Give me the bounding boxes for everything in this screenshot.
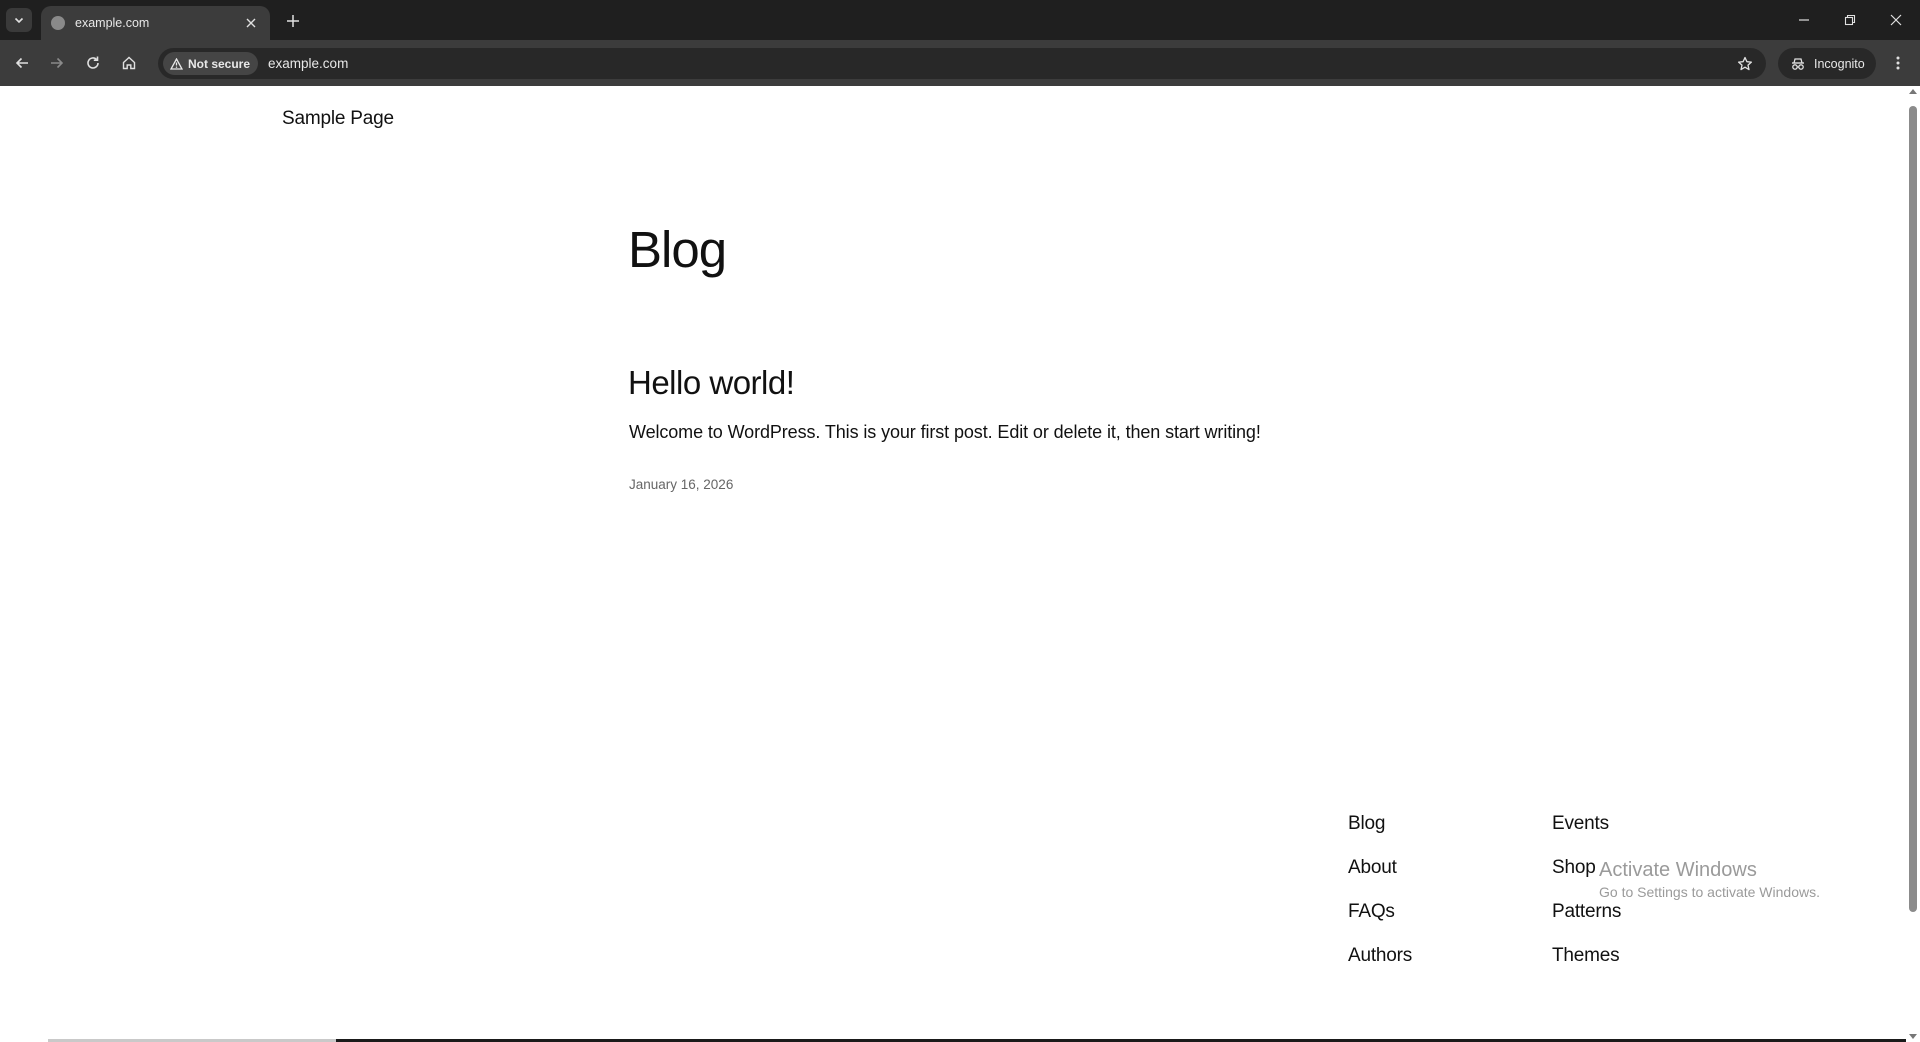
reload-icon xyxy=(87,56,99,69)
post-date[interactable]: January 16, 2026 xyxy=(629,477,733,492)
reload-button[interactable] xyxy=(81,51,105,75)
browser-menu-button[interactable] xyxy=(1886,51,1910,75)
bookmark-button[interactable] xyxy=(1734,53,1756,75)
scrollbar-thumb[interactable] xyxy=(1909,106,1917,912)
tab-search-button[interactable] xyxy=(6,8,32,32)
watermark-subtitle: Go to Settings to activate Windows. xyxy=(1599,884,1820,900)
forward-button[interactable] xyxy=(45,51,69,75)
globe-icon xyxy=(51,16,65,30)
security-label: Not secure xyxy=(188,56,251,71)
incognito-icon xyxy=(1792,57,1804,70)
home-icon xyxy=(122,56,136,70)
incognito-label: Incognito xyxy=(1814,56,1865,71)
browser-tab[interactable]: example.com xyxy=(41,6,270,40)
tab-title: example.com xyxy=(75,16,150,30)
scroll-up-arrow-icon[interactable] xyxy=(1909,89,1917,94)
footer-link-about[interactable]: About xyxy=(1348,856,1412,900)
minimize-icon xyxy=(1799,19,1809,21)
scroll-down-arrow-icon[interactable] xyxy=(1909,1034,1917,1039)
footer-link-events[interactable]: Events xyxy=(1552,812,1621,856)
restore-icon xyxy=(1844,14,1856,26)
footer-link-themes[interactable]: Themes xyxy=(1552,944,1621,988)
footer-link-blog[interactable]: Blog xyxy=(1348,812,1412,856)
watermark-title: Activate Windows xyxy=(1599,859,1757,881)
tab-strip: example.com xyxy=(0,0,1920,40)
new-tab-button[interactable] xyxy=(281,9,305,33)
plus-icon xyxy=(287,15,299,27)
post-title-link[interactable]: Hello world! xyxy=(628,364,795,402)
footer-nav-column-2: Events Shop Patterns Themes xyxy=(1552,812,1621,988)
page-scrollbar[interactable] xyxy=(1906,86,1920,1042)
minimize-button[interactable] xyxy=(1781,0,1827,40)
site-info-chip[interactable]: Not secure xyxy=(163,52,259,75)
close-icon xyxy=(1890,14,1902,26)
footer-link-authors[interactable]: Authors xyxy=(1348,944,1412,988)
restore-button[interactable] xyxy=(1827,0,1873,40)
back-icon xyxy=(15,57,28,69)
star-icon xyxy=(1737,56,1753,71)
back-button[interactable] xyxy=(10,51,34,75)
forward-icon xyxy=(51,57,64,69)
warning-icon xyxy=(170,57,183,70)
address-bar[interactable]: Not secure example.com xyxy=(158,48,1766,79)
post-excerpt: Welcome to WordPress. This is your first… xyxy=(629,422,1261,442)
close-window-button[interactable] xyxy=(1873,0,1919,40)
nav-link-sample-page[interactable]: Sample Page xyxy=(282,108,394,130)
chevron-down-icon xyxy=(14,17,24,24)
kebab-menu-icon xyxy=(1896,56,1900,70)
page-title: Blog xyxy=(628,221,727,278)
footer-nav-column-1: Blog About FAQs Authors xyxy=(1348,812,1412,988)
close-icon xyxy=(246,18,256,28)
activate-windows-watermark: Activate Windows Go to Settings to activ… xyxy=(1599,859,1820,900)
footer-link-faqs[interactable]: FAQs xyxy=(1348,900,1412,944)
tab-close-button[interactable] xyxy=(242,14,260,32)
incognito-profile-button[interactable]: Incognito xyxy=(1778,48,1876,79)
home-button[interactable] xyxy=(117,51,141,75)
url-text[interactable]: example.com xyxy=(268,56,348,71)
browser-toolbar: Not secure example.com Incognito xyxy=(0,40,1920,86)
footer-link-patterns[interactable]: Patterns xyxy=(1552,900,1621,944)
